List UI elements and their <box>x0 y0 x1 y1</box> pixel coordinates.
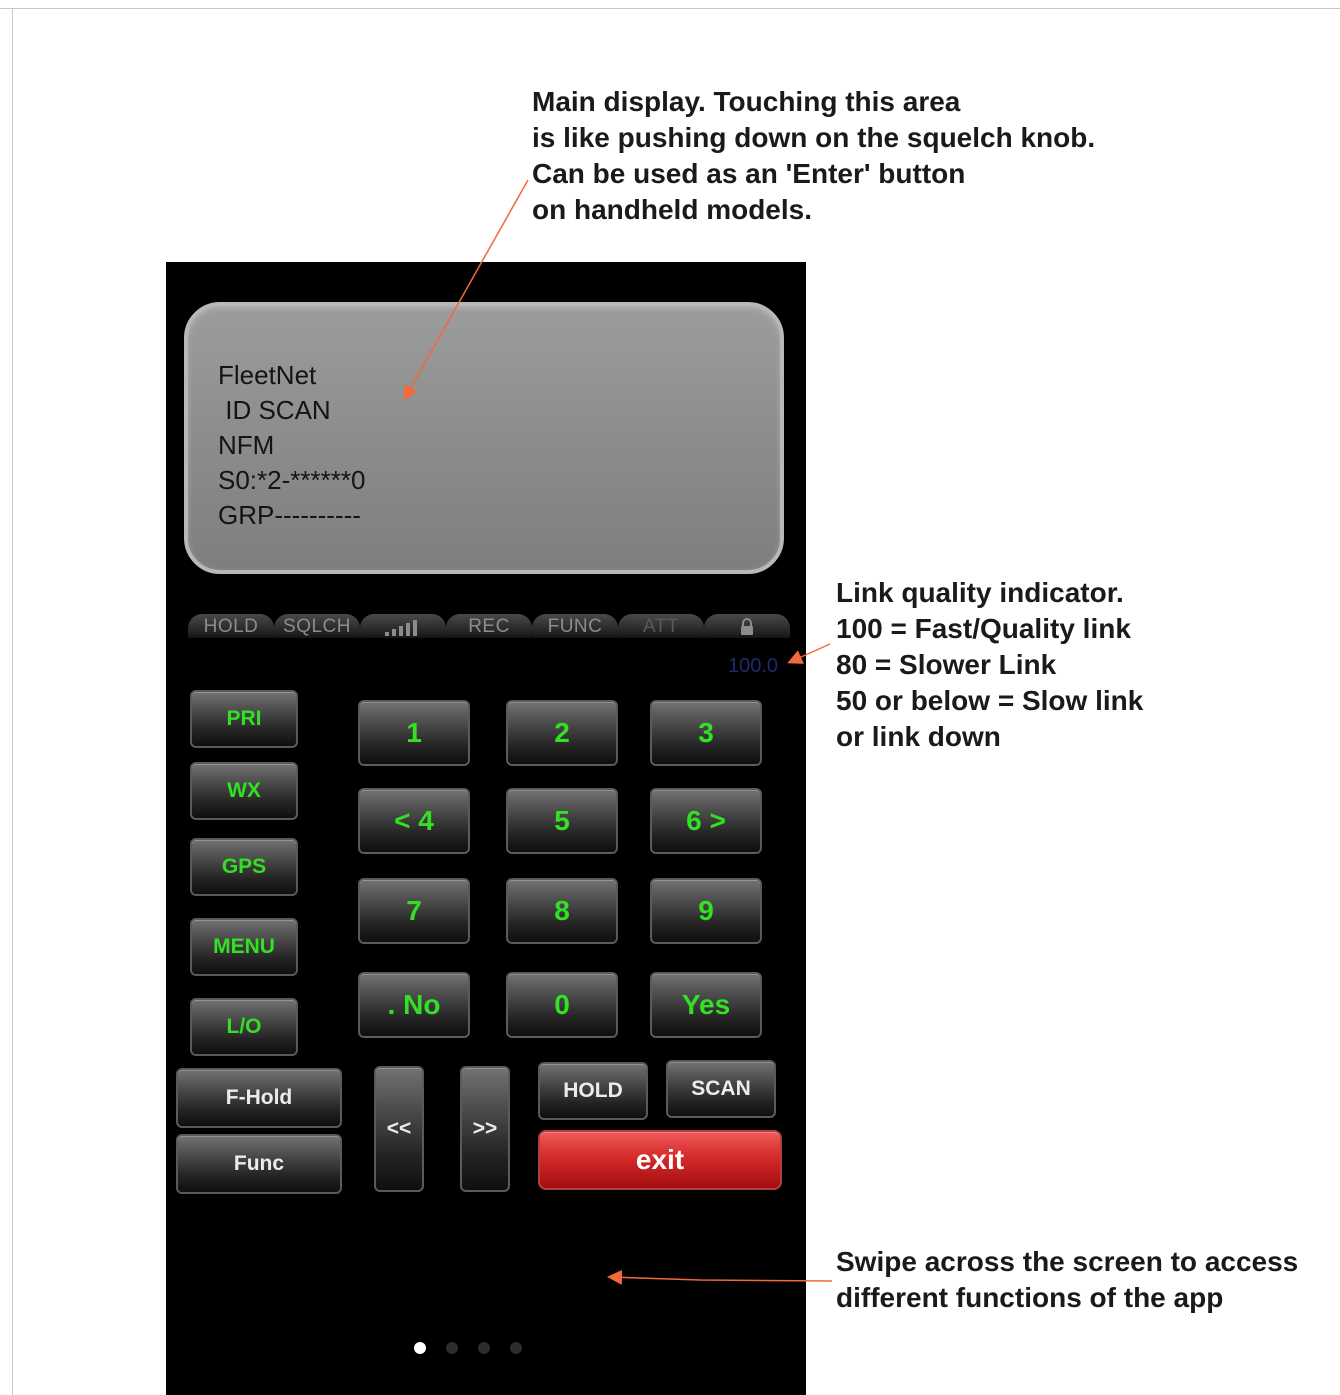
page-dot[interactable] <box>510 1342 522 1354</box>
display-line: ID SCAN <box>218 395 331 425</box>
page-indicator[interactable] <box>410 1342 550 1356</box>
display-line: S0:*2-******0 <box>218 465 366 495</box>
annotation-line: 50 or below = Slow link <box>836 685 1144 716</box>
key-6-button[interactable]: 6 > <box>650 788 762 854</box>
key-2-button[interactable]: 2 <box>506 700 618 766</box>
page-border-top <box>0 8 1340 9</box>
link-quality-value: 100.0 <box>728 655 779 677</box>
annotation-main-display: Main display. Touching this area is like… <box>532 84 1095 228</box>
func-button[interactable]: Func <box>176 1134 342 1194</box>
lo-button[interactable]: L/O <box>190 998 298 1056</box>
annotation-line: Can be used as an 'Enter' button <box>532 158 966 189</box>
key-dot-no-button[interactable]: . No <box>358 972 470 1038</box>
annotation-line: is like pushing down on the squelch knob… <box>532 122 1096 153</box>
signal-bars-icon <box>360 614 446 638</box>
sqlch-indicator: SQLCH <box>274 614 360 638</box>
func-indicator: FUNC <box>532 614 618 638</box>
page-border-left <box>12 8 13 1395</box>
pri-button[interactable]: PRI <box>190 690 298 748</box>
page-dot[interactable] <box>446 1342 458 1354</box>
page-dot[interactable] <box>478 1342 490 1354</box>
annotation-line: 80 = Slower Link <box>836 649 1057 680</box>
page-dot-active[interactable] <box>414 1342 426 1354</box>
annotation-swipe: Swipe across the screen to access differ… <box>836 1244 1298 1316</box>
previous-button[interactable]: << <box>374 1066 424 1192</box>
annotation-line: Swipe across the screen to access <box>836 1246 1299 1277</box>
hold-button[interactable]: HOLD <box>538 1062 648 1120</box>
hold-indicator: HOLD <box>188 614 274 638</box>
annotation-line: or link down <box>836 721 1001 752</box>
key-0-button[interactable]: 0 <box>506 972 618 1038</box>
gps-button[interactable]: GPS <box>190 838 298 896</box>
annotation-line: Main display. Touching this area <box>532 86 961 117</box>
wx-button[interactable]: WX <box>190 762 298 820</box>
exit-button[interactable]: exit <box>538 1130 782 1190</box>
display-line: GRP---------- <box>218 500 361 530</box>
annotation-line: Link quality indicator. <box>836 577 1124 608</box>
lock-icon <box>704 614 790 638</box>
display-text: FleetNet ID SCAN NFM S0:*2-******0 GRP--… <box>218 358 365 533</box>
status-indicators: HOLD SQLCH REC FUNC ATT <box>188 614 790 640</box>
annotation-line: on handheld models. <box>532 194 813 225</box>
key-yes-button[interactable]: Yes <box>650 972 762 1038</box>
key-9-button[interactable]: 9 <box>650 878 762 944</box>
annotation-link-quality: Link quality indicator. 100 = Fast/Quali… <box>836 575 1143 755</box>
display-line: FleetNet <box>218 360 317 390</box>
main-display[interactable]: FleetNet ID SCAN NFM S0:*2-******0 GRP--… <box>184 302 784 574</box>
f-hold-button[interactable]: F-Hold <box>176 1068 342 1128</box>
rec-indicator: REC <box>446 614 532 638</box>
menu-button[interactable]: MENU <box>190 918 298 976</box>
key-1-button[interactable]: 1 <box>358 700 470 766</box>
key-7-button[interactable]: 7 <box>358 878 470 944</box>
scan-button[interactable]: SCAN <box>666 1060 776 1118</box>
key-3-button[interactable]: 3 <box>650 700 762 766</box>
next-button[interactable]: >> <box>460 1066 510 1192</box>
att-indicator: ATT <box>618 614 704 638</box>
annotation-line: 100 = Fast/Quality link <box>836 613 1131 644</box>
key-5-button[interactable]: 5 <box>506 788 618 854</box>
key-4-button[interactable]: < 4 <box>358 788 470 854</box>
key-8-button[interactable]: 8 <box>506 878 618 944</box>
display-line: NFM <box>218 430 275 460</box>
annotation-line: different functions of the app <box>836 1282 1224 1313</box>
scanner-app-screen[interactable]: FleetNet ID SCAN NFM S0:*2-******0 GRP--… <box>166 262 806 1395</box>
